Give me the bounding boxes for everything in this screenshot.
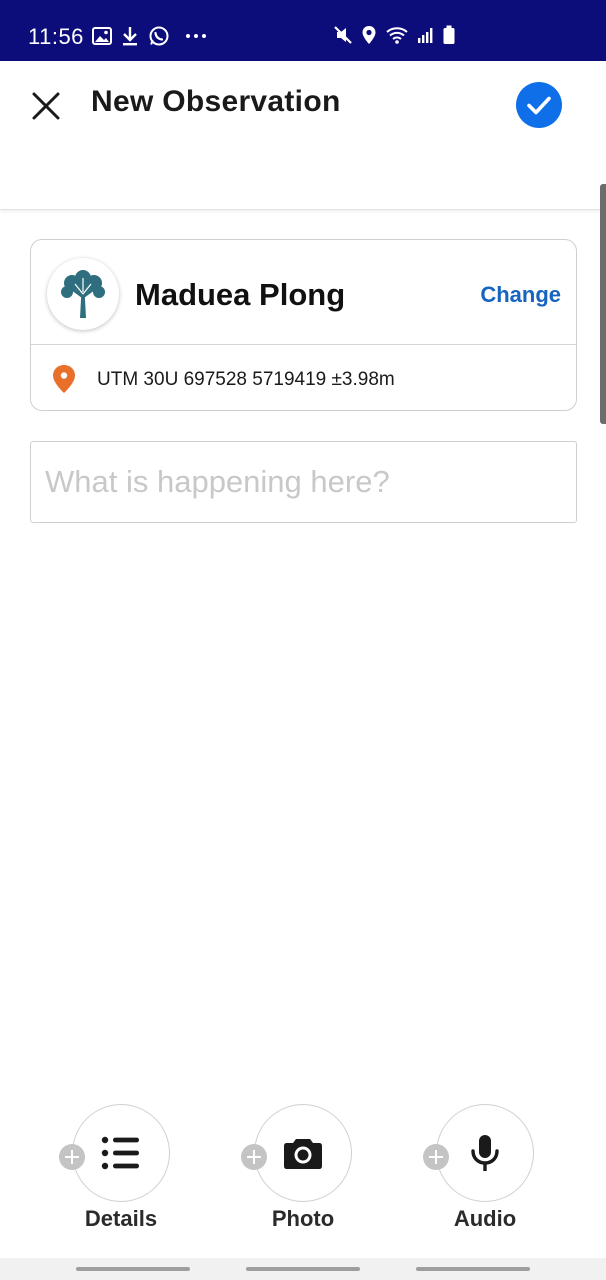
save-button[interactable] (516, 82, 562, 128)
photo-label: Photo (271, 1206, 335, 1231)
plus-icon (423, 1144, 449, 1170)
nav-back[interactable] (416, 1267, 530, 1271)
app-header (0, 61, 606, 210)
plus-icon (59, 1144, 85, 1170)
download-icon (123, 27, 137, 46)
status-system-icons (333, 25, 455, 45)
preset-row: Maduea Plong Change (31, 240, 576, 345)
preset-avatar (47, 258, 119, 330)
photo-circle (254, 1104, 352, 1202)
more-icon (186, 34, 206, 38)
nav-home[interactable] (246, 1267, 360, 1271)
camera-icon (284, 1139, 322, 1169)
add-audio-button[interactable]: Audio (406, 1100, 536, 1240)
audio-circle (436, 1104, 534, 1202)
status-bar: 11:56 (0, 0, 606, 61)
mute-icon (334, 26, 352, 44)
signal-icon (418, 28, 433, 43)
nav-recents[interactable] (76, 1267, 190, 1271)
details-circle (72, 1104, 170, 1202)
microphone-icon (471, 1135, 499, 1171)
audio-label: Audio (453, 1206, 517, 1231)
location-pin-icon (53, 365, 75, 393)
image-icon (92, 27, 112, 45)
status-notification-icons (92, 25, 207, 47)
wifi-icon (386, 27, 408, 44)
preset-card: Maduea Plong Change UTM 30U 697528 57194… (30, 239, 577, 411)
plus-icon (241, 1144, 267, 1170)
add-details-button[interactable]: Details (42, 1100, 172, 1240)
location-coordinates: UTM 30U 697528 5719419 ±3.98m (97, 369, 395, 390)
tree-icon (61, 270, 105, 318)
whatsapp-icon (149, 26, 169, 46)
battery-icon (443, 25, 455, 44)
change-preset-button[interactable]: Change (480, 282, 561, 308)
location-icon (362, 26, 376, 44)
add-photo-button[interactable]: Photo (224, 1100, 354, 1240)
close-button[interactable] (28, 88, 64, 124)
list-icon (101, 1136, 139, 1170)
status-time: 11:56 (28, 24, 84, 49)
details-label: Details (84, 1206, 158, 1231)
check-icon (527, 96, 551, 115)
preset-name: Maduea Plong (135, 277, 346, 312)
location-row: UTM 30U 697528 5719419 ±3.98m (31, 345, 576, 411)
bottom-actions: Details Photo Audio (0, 1100, 606, 1240)
scroll-indicator[interactable] (600, 184, 606, 424)
page-title: New Observation (91, 85, 341, 118)
system-nav-bar (0, 1258, 606, 1280)
observation-input[interactable] (30, 441, 577, 523)
close-icon (32, 92, 60, 120)
